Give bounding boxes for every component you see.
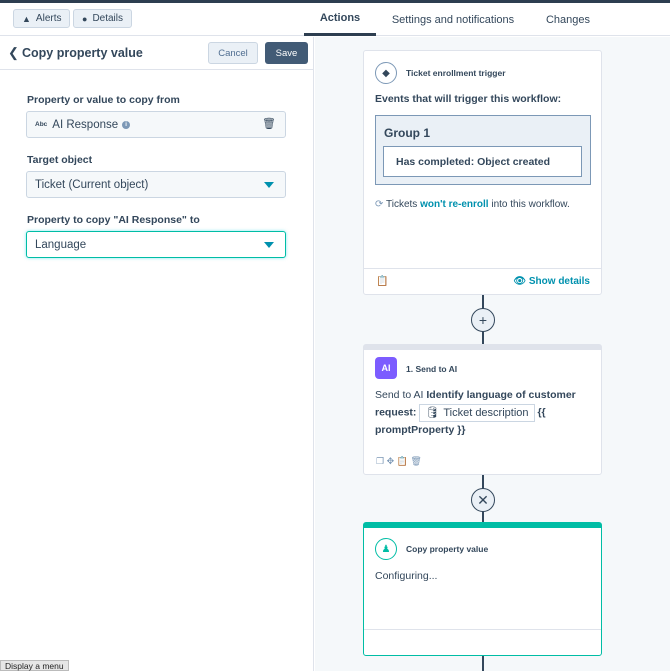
alerts-label: Alerts	[35, 13, 62, 24]
trigger-card-footer: 📋 👁 Show details	[364, 268, 601, 296]
panel-title: Copy property value	[22, 46, 143, 60]
reenroll-text: ⟳ Tickets won't re-enroll into this work…	[375, 199, 570, 210]
panel-header: ❮ Copy property value Cancel Save	[0, 37, 314, 70]
connector-line	[482, 655, 484, 671]
destination-property-select[interactable]: Language	[26, 231, 286, 258]
move-icon[interactable]: ✥	[387, 456, 395, 466]
reenroll-link[interactable]: won't re-enroll	[420, 199, 489, 210]
step1-toolbar: ❐ ✥ 📋 🗑	[376, 456, 422, 467]
trigger-card[interactable]: ◆ Ticket enrollment trigger Events that …	[363, 50, 602, 295]
step-card-send-to-ai[interactable]: AI 1. Send to AI Send to AI Identify lan…	[363, 344, 602, 475]
step2-status: Configuring...	[375, 570, 438, 582]
save-button[interactable]: Save	[265, 42, 308, 64]
step-card-copy-property[interactable]: ♟ Copy property value Configuring...	[363, 522, 602, 656]
chevron-down-icon	[264, 182, 274, 188]
chevron-left-icon[interactable]: ❮	[8, 45, 19, 61]
copy-icon[interactable]: ❐	[376, 456, 384, 466]
target-object-label: Target object	[27, 154, 93, 166]
info-icon[interactable]: i	[122, 120, 131, 129]
ticket-icon: ◆	[375, 62, 397, 84]
trigger-subtitle: Events that will trigger this workflow:	[375, 93, 562, 105]
trash-icon[interactable]: 🗑	[262, 117, 276, 130]
ai-icon: AI	[375, 357, 397, 379]
database-icon: 🛢	[425, 406, 440, 419]
destination-property-value: Language	[35, 238, 87, 251]
source-property-field[interactable]: Abc AI Response i 🗑	[26, 111, 286, 138]
clipboard-icon[interactable]: 📋	[397, 456, 408, 466]
add-step-button[interactable]: +	[471, 308, 495, 332]
target-object-select[interactable]: Ticket (Current object)	[26, 171, 286, 198]
top-bar: ▲ Alerts ● Details Actions Settings and …	[0, 3, 670, 36]
show-details-link[interactable]: 👁 Show details	[513, 276, 590, 287]
card-top-bar	[364, 345, 601, 350]
tab-settings[interactable]: Settings and notifications	[385, 3, 521, 36]
details-button[interactable]: ● Details	[73, 9, 133, 28]
tab-actions[interactable]: Actions	[304, 3, 376, 36]
trash-icon[interactable]: 🗑	[410, 456, 421, 466]
destination-property-label: Property to copy "AI Response" to	[27, 214, 200, 226]
action-config-panel: ❮ Copy property value Cancel Save Proper…	[0, 37, 314, 671]
remove-step-button[interactable]: ✕	[471, 488, 495, 512]
target-object-value: Ticket (Current object)	[35, 178, 149, 191]
trigger-title: Ticket enrollment trigger	[406, 68, 506, 78]
refresh-icon: ⟳	[375, 199, 384, 210]
menu-tooltip: Display a menu	[0, 660, 69, 671]
step1-description: Send to AI Identify language of customer…	[375, 389, 576, 436]
source-field-label: Property or value to copy from	[27, 94, 180, 106]
group-title: Group 1	[384, 126, 431, 140]
warning-icon: ▲	[22, 13, 31, 24]
source-value: AI Response	[52, 118, 119, 131]
text-type-icon: Abc	[35, 121, 48, 128]
step2-title: Copy property value	[406, 544, 489, 554]
ticket-description-token: 🛢 Ticket description	[419, 404, 535, 422]
cancel-button[interactable]: Cancel	[208, 42, 258, 64]
step1-title: 1. Send to AI	[406, 364, 458, 374]
trigger-group[interactable]: Group 1 Has completed: Object created	[375, 115, 591, 185]
alerts-button[interactable]: ▲ Alerts	[13, 9, 71, 28]
step2-footer	[364, 629, 601, 657]
eye-icon: 👁	[513, 276, 527, 287]
people-icon: ♟	[375, 538, 397, 560]
tab-changes[interactable]: Changes	[538, 3, 598, 36]
chevron-down-icon	[264, 242, 274, 248]
clipboard-icon[interactable]: 📋	[376, 276, 388, 287]
trigger-condition: Has completed: Object created	[383, 146, 582, 177]
details-label: Details	[92, 13, 124, 24]
info-icon: ●	[82, 13, 88, 24]
card-top-bar	[364, 523, 601, 528]
